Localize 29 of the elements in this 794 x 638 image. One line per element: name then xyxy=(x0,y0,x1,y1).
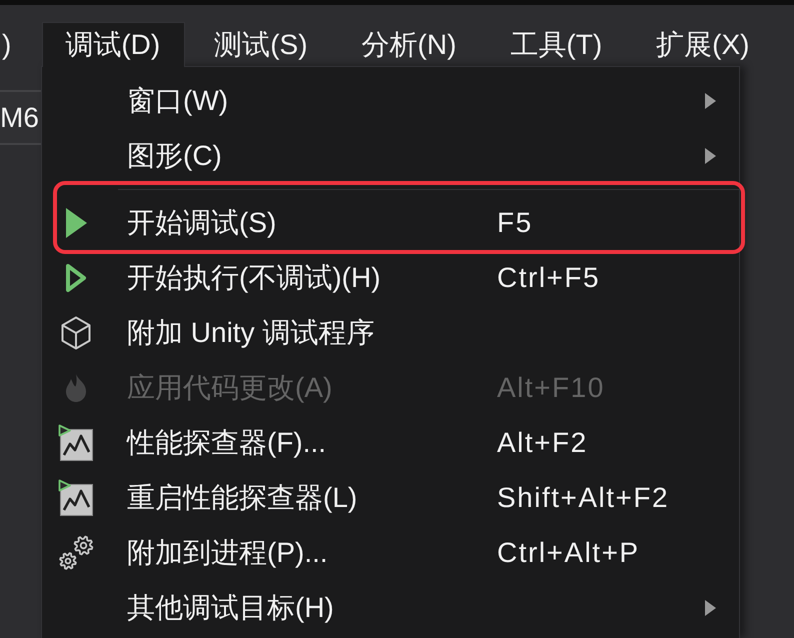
play-outline-icon xyxy=(65,262,87,292)
menu-bar-item[interactable]: 工具(T) xyxy=(487,22,628,67)
menu-item[interactable]: 性能探查器(F)... Alt+F2 xyxy=(42,415,739,470)
menu-bar-item[interactable]: 扩展(X) xyxy=(633,22,774,67)
menu-item[interactable]: 开始调试(S) F5 xyxy=(42,195,739,250)
menu-bar-item[interactable]: 测试(S) xyxy=(191,22,333,67)
menu-item[interactable]: 图形(C) xyxy=(42,128,739,183)
menu-item[interactable]: 附加 Unity 调试程序 xyxy=(42,305,739,360)
shortcut-text: Ctrl+F5 xyxy=(497,262,602,294)
performance-chart-icon xyxy=(58,478,94,516)
shortcut-text: Ctrl+Alt+P xyxy=(497,536,641,568)
menu-bar-item[interactable]: 分析(N) xyxy=(338,22,482,67)
play-icon xyxy=(64,206,88,238)
menu-item[interactable]: 窗口(W) xyxy=(42,73,739,128)
menu-bar-item[interactable]: ) xyxy=(0,22,36,67)
menu-item[interactable]: 重启性能探查器(L) Shift+Alt+F2 xyxy=(42,470,739,525)
shortcut-text: Shift+Alt+F2 xyxy=(497,482,670,514)
shortcut-text: F5 xyxy=(497,206,534,238)
gears-icon xyxy=(58,534,94,570)
cube-icon xyxy=(61,316,91,350)
flame-icon xyxy=(63,374,89,402)
menu-item[interactable]: 其他调试目标(H) xyxy=(42,580,739,635)
menu-item[interactable]: 开始执行(不调试)(H) Ctrl+F5 xyxy=(42,250,739,305)
menu-bar-item[interactable]: 调试(D) xyxy=(42,22,186,67)
shortcut-text: Alt+F10 xyxy=(497,372,606,404)
menu-item[interactable]: 附加到进程(P)... Ctrl+Alt+P xyxy=(42,525,739,580)
panel-label: M6 xyxy=(0,102,39,134)
shortcut-text: Alt+F2 xyxy=(497,426,589,458)
performance-chart-icon xyxy=(58,424,94,462)
